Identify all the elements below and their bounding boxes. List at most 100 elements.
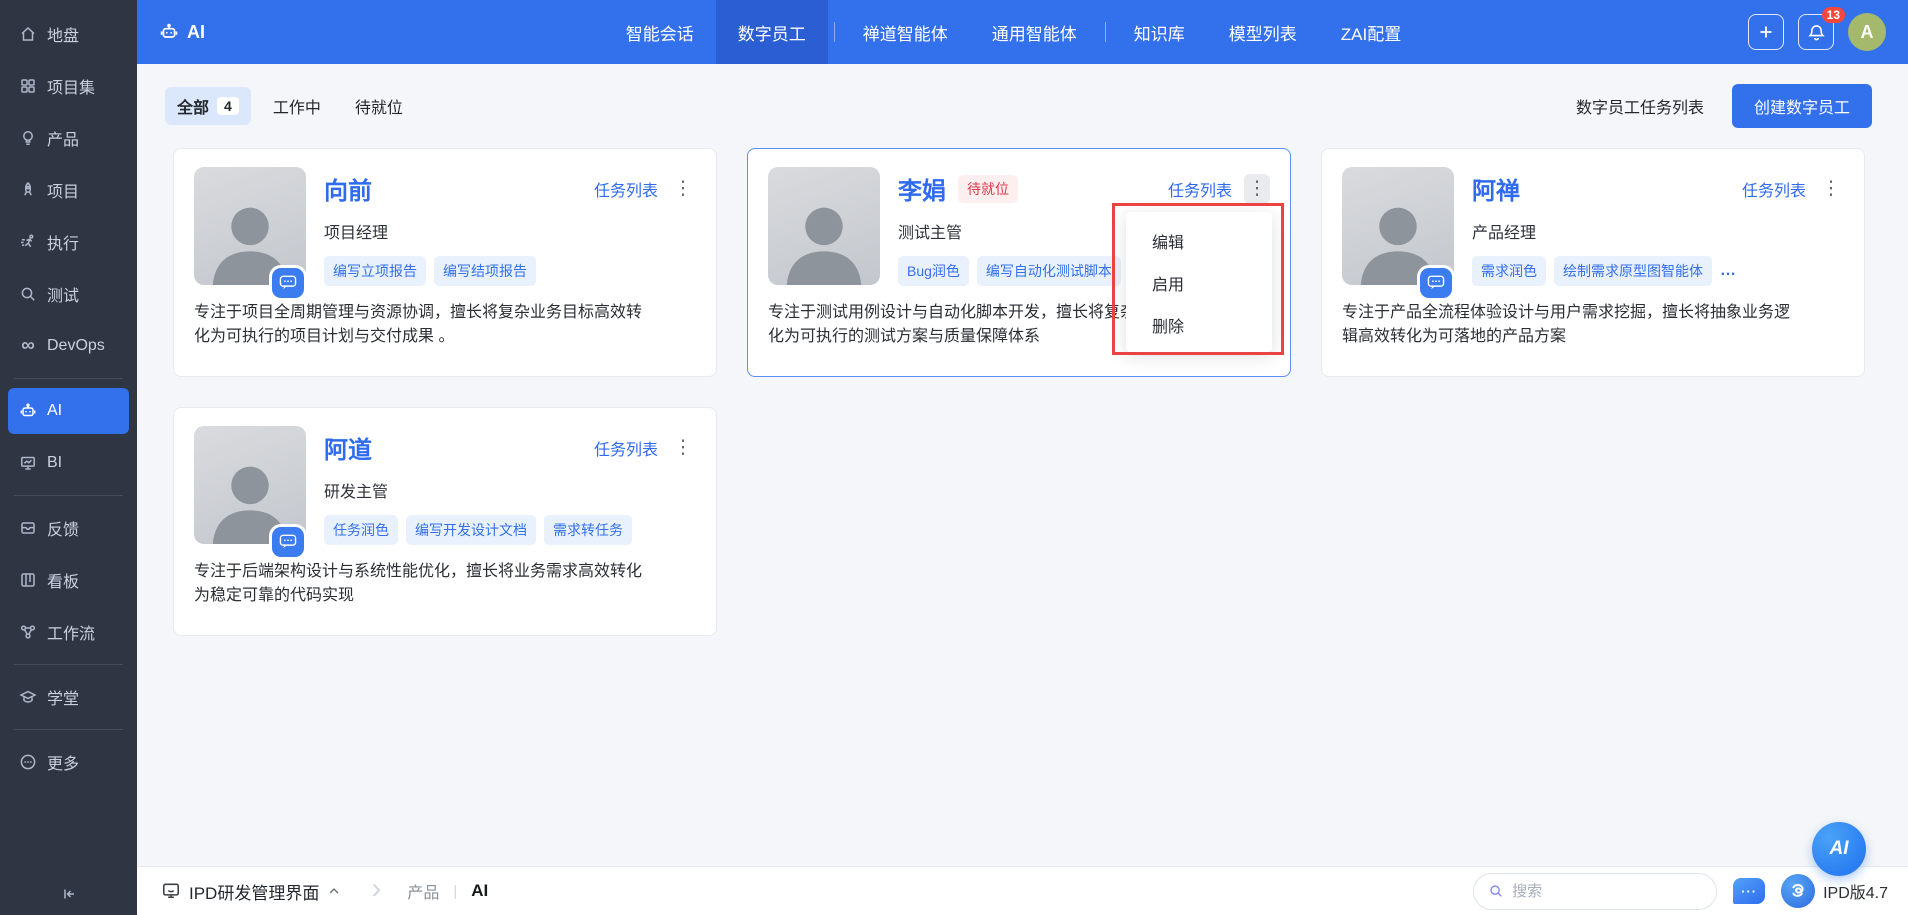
task-list-link[interactable]: 任务列表 [1168,177,1232,201]
employee-photo [768,167,880,285]
name-row: 李娟 待就位 任务列表 ⋮ [898,171,1270,206]
employee-name[interactable]: 阿禅 [1472,171,1520,206]
tab-smart-chat[interactable]: 智能会话 [604,0,716,64]
sidebar-item-school[interactable]: 学堂 [8,674,129,720]
menu-item-enable[interactable]: 启用 [1126,262,1272,304]
notifications-button[interactable]: 13 [1798,14,1834,50]
filter-bar: 全部 4 工作中 待就位 数字员工任务列表 创建数字员工 [137,64,1908,140]
sidebar-item-feedback[interactable]: 反馈 [8,505,129,551]
workflow-icon [18,622,38,642]
sidebar-collapse-button[interactable] [0,885,137,903]
skill-tag[interactable]: 绘制需求原型图智能体 [1554,256,1712,286]
tab-model-list[interactable]: 模型列表 [1207,0,1319,64]
create-digital-employee-button[interactable]: 创建数字员工 [1732,84,1872,128]
tab-knowledge-base[interactable]: 知识库 [1112,0,1207,64]
add-button[interactable] [1748,14,1784,50]
sidebar-item-more[interactable]: 更多 [8,739,129,785]
skill-tag[interactable]: 编写自动化测试脚本 [977,256,1121,286]
employee-name[interactable]: 李娟 [898,171,946,206]
chat-bubble-icon[interactable] [1420,268,1452,298]
name-row: 阿道 任务列表 ⋮ [324,430,696,465]
feedback-chat-icon[interactable]: ··· [1733,878,1765,904]
more-tags-ellipsis[interactable]: … [1720,262,1736,280]
card-info: 向前 任务列表 ⋮ 项目经理 编写立项报告 编写结项报告 [324,167,696,286]
sidebar-item-bi[interactable]: BI [8,440,129,486]
project-icon [18,180,38,200]
skill-tag[interactable]: 编写立项报告 [324,256,426,286]
top-navbar: AI 智能会话 数字员工 禅道智能体 通用智能体 知识库 模型列表 ZAI配置 [137,0,1908,64]
sidebar-item-home[interactable]: 地盘 [8,11,129,57]
chat-bubble-icon[interactable] [272,268,304,298]
employee-card: 阿道 任务列表 ⋮ 研发主管 任务润色 编写开发设计文档 需求转任务 专 [173,407,717,636]
sidebar-item-project[interactable]: 项目 [8,167,129,213]
menu-item-delete[interactable]: 删除 [1126,304,1272,346]
sidebar-item-project-set[interactable]: 项目集 [8,63,129,109]
sidebar-item-label: 地盘 [47,22,79,46]
task-list-link[interactable]: 任务列表 [1742,177,1806,201]
filter-tabs: 全部 4 工作中 待就位 [165,87,1576,125]
ai-assistant-fab[interactable]: AI [1812,822,1866,876]
chevron-up-icon [327,884,341,898]
zentao-logo[interactable] [1781,874,1815,908]
skill-tag[interactable]: Bug润色 [898,256,969,286]
employee-card: 向前 任务列表 ⋮ 项目经理 编写立项报告 编写结项报告 专注于项目全周期管理与… [173,148,717,377]
tab-zai-config[interactable]: ZAI配置 [1319,0,1423,64]
skill-tag[interactable]: 任务润色 [324,515,398,545]
sidebar-item-execution[interactable]: 执行 [8,219,129,265]
sidebar-divider [14,378,123,379]
sidebar: 地盘 项目集 产品 项目 执行 测试 ∞ DevOps AI [0,0,137,915]
sidebar-item-label: DevOps [47,337,105,355]
employee-name[interactable]: 向前 [324,171,372,206]
kebab-menu-button[interactable]: ⋮ [670,174,696,204]
card-info: 阿禅 任务列表 ⋮ 产品经理 需求润色 绘制需求原型图智能体 … [1472,167,1844,286]
product-icon [18,128,38,148]
kebab-menu-button[interactable]: ⋮ [1818,174,1844,204]
sidebar-item-kanban[interactable]: 看板 [8,557,129,603]
skill-tag[interactable]: 需求转任务 [544,515,632,545]
filter-tab-label: 全部 [177,94,209,118]
sidebar-item-test[interactable]: 测试 [8,271,129,317]
digital-employee-task-list-link[interactable]: 数字员工任务列表 [1576,94,1704,118]
tab-digital-employee[interactable]: 数字员工 [716,0,828,64]
photo-wrap [768,167,880,285]
skill-tag[interactable]: 编写开发设计文档 [406,515,536,545]
menu-item-edit[interactable]: 编辑 [1126,220,1272,262]
search-input[interactable] [1512,883,1662,900]
user-avatar[interactable]: A [1848,13,1886,51]
card-info: 阿道 任务列表 ⋮ 研发主管 任务润色 编写开发设计文档 需求转任务 [324,426,696,545]
filter-count-badge: 4 [217,97,239,115]
tab-zentao-agent[interactable]: 禅道智能体 [841,0,970,64]
chat-bubble-icon[interactable] [272,527,304,557]
task-list-link[interactable]: 任务列表 [594,177,658,201]
project-set-icon [18,76,38,96]
task-list-link[interactable]: 任务列表 [594,436,658,460]
sidebar-item-workflow[interactable]: 工作流 [8,609,129,655]
breadcrumb-product[interactable]: 产品 [407,879,439,903]
test-icon [18,284,38,304]
sidebar-item-ai[interactable]: AI [8,388,129,434]
filter-tab-all[interactable]: 全部 4 [165,87,251,125]
app-switcher[interactable]: IPD研发管理界面 [161,879,341,904]
employee-name[interactable]: 阿道 [324,430,372,465]
sidebar-item-devops[interactable]: ∞ DevOps [8,323,129,369]
skill-tag[interactable]: 编写结项报告 [434,256,536,286]
sidebar-item-label: 产品 [47,126,79,150]
name-row: 阿禅 任务列表 ⋮ [1472,171,1844,206]
kebab-menu-button[interactable]: ⋮ [1244,174,1270,204]
search-icon [1488,883,1504,899]
notification-badge: 13 [1822,7,1845,23]
photo-wrap [194,167,306,285]
employee-description: 专注于后端架构设计与系统性能优化，擅长将业务需求高效转化 为稳定可靠的代码实现 [194,560,696,608]
app-monitor-icon [161,881,181,901]
skill-tag[interactable]: 需求润色 [1472,256,1546,286]
sidebar-item-label: 学堂 [47,685,79,709]
kebab-menu-button[interactable]: ⋮ [670,433,696,463]
tab-general-agent[interactable]: 通用智能体 [970,0,1099,64]
sidebar-item-product[interactable]: 产品 [8,115,129,161]
filter-tab-working[interactable]: 工作中 [261,87,333,125]
sidebar-item-label: 反馈 [47,516,79,540]
filter-tab-pending[interactable]: 待就位 [343,87,415,125]
card-top: 向前 任务列表 ⋮ 项目经理 编写立项报告 编写结项报告 [194,167,696,286]
header-actions: 13 A [1748,0,1908,64]
breadcrumb-separator-icon: › [371,872,381,906]
